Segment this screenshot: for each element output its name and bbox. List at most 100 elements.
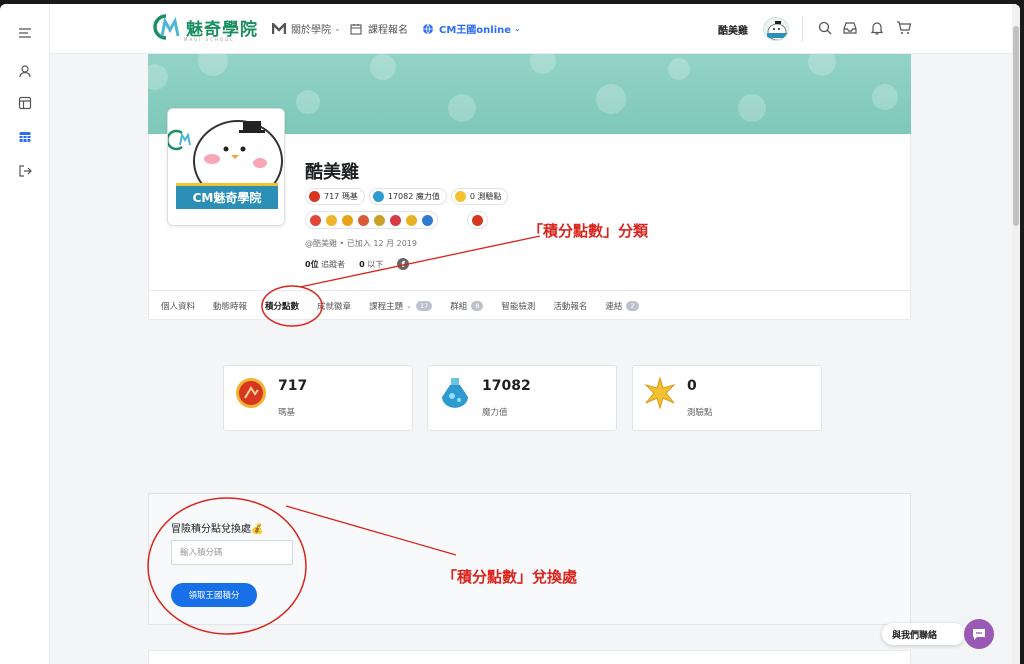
calendar-icon: [350, 23, 362, 35]
card-label: 魔力值: [482, 408, 508, 418]
badge-icon: [342, 214, 353, 226]
tab-profile[interactable]: 個人資料: [161, 300, 195, 312]
tab-timeline[interactable]: 動態時報: [213, 300, 247, 312]
points-code-input[interactable]: [171, 540, 293, 565]
stat-pill-value: 0: [469, 192, 475, 201]
badge-icon: [326, 214, 337, 226]
chat-bubble-icon: [973, 629, 985, 640]
tab-label: 積分點數: [265, 301, 300, 312]
header-avatar[interactable]: [763, 17, 789, 41]
profile-name: 酷美雞: [305, 162, 359, 183]
table-icon[interactable]: [14, 126, 36, 148]
menu-icon[interactable]: [14, 22, 36, 44]
nav-course-signup[interactable]: 課程報名: [350, 21, 408, 36]
annotation-category-label: 「積分點數」分類: [528, 222, 649, 240]
layout-icon[interactable]: [14, 92, 36, 114]
tab-label: 動態時報: [213, 301, 248, 312]
header-user-name[interactable]: 酷美雞: [718, 22, 748, 37]
profile-stat-pills: 717 瑪基 17082 魔力值 0 測驗點: [305, 188, 509, 205]
chick-mascot-image: [168, 109, 284, 225]
chevron-down-icon: ⌄: [334, 24, 341, 33]
stat-pill-label: 魔力值: [415, 192, 440, 201]
tab-links[interactable]: 連結 2: [605, 300, 639, 312]
points-redeem-section: 冒險積分點兌換處💰 領取王國積分: [148, 493, 911, 625]
stat-pill-mana[interactable]: 17082 魔力值: [368, 188, 447, 205]
inbox-icon[interactable]: [842, 20, 858, 36]
header-divider: [802, 16, 803, 42]
profile-avatar[interactable]: CM魅奇學院: [167, 108, 285, 226]
profile-follow-stats: 0位 追蹤者 0 以下 f: [305, 258, 410, 270]
tab-event-signup[interactable]: 活動報名: [553, 300, 587, 312]
bell-icon[interactable]: [869, 20, 885, 36]
logo-text: 魅奇學院: [186, 19, 258, 40]
chevron-down-icon: ⌄: [514, 24, 521, 33]
followers-label: 追蹤者: [321, 259, 346, 269]
tab-points[interactable]: 積分點數: [265, 300, 299, 312]
claim-points-button[interactable]: 領取王國積分: [171, 583, 257, 607]
left-rail: [0, 4, 50, 664]
tab-course-topics[interactable]: 課程主題 ⌄ 17: [369, 300, 433, 312]
card-label: 測驗點: [687, 408, 713, 418]
badge-icon: [390, 214, 401, 226]
avatar-caption: CM魅奇學院: [192, 190, 262, 205]
tab-count-badge: 17: [415, 300, 433, 311]
m-brand-icon: [272, 22, 286, 34]
tab-smart-test[interactable]: 智能檢測: [501, 300, 535, 312]
points-card-magi: 717 瑪基: [223, 365, 413, 431]
tab-count-badge: 2: [626, 300, 639, 311]
tab-groups[interactable]: 群組 8: [450, 300, 484, 312]
tab-count-badge: 8: [471, 300, 484, 311]
following[interactable]: 0 以下: [359, 259, 383, 270]
cart-icon[interactable]: [896, 20, 912, 36]
badge-icon: [406, 214, 417, 226]
user-icon[interactable]: [14, 60, 36, 82]
stat-pill-label: 瑪基: [341, 192, 358, 201]
tab-label: 群組: [450, 301, 468, 312]
tab-label: 個人資料: [161, 301, 196, 312]
star-burst-icon: [644, 376, 676, 410]
stat-pill-value: 717: [324, 192, 340, 201]
badge-icon: [374, 214, 385, 226]
badge-row-extra[interactable]: [467, 211, 488, 229]
stat-pill-quiz[interactable]: 0 測驗點: [450, 188, 509, 205]
facebook-icon[interactable]: f: [397, 258, 410, 270]
mana-potion-icon: [372, 191, 384, 202]
card-value: 17082: [482, 378, 531, 394]
profile-handle: @酷美雞: [305, 239, 337, 248]
nav-cm-kingdom[interactable]: CM王國online ⌄: [422, 21, 521, 36]
page-scrollbar[interactable]: [1012, 4, 1020, 664]
points-card-quiz: 0 測驗點: [632, 365, 822, 431]
points-card-mana: 17082 魔力值: [427, 365, 617, 431]
stat-pill-label: 測驗點: [477, 192, 502, 201]
tab-label: 活動報名: [553, 301, 588, 312]
profile-tabs: 個人資料 動態時報 積分點數 成就徽章 課程主題 ⌄ 17 群組 8 智能檢測 活動報…: [149, 290, 910, 320]
following-count: 0: [359, 259, 365, 269]
tab-label: 成就徽章: [317, 301, 352, 312]
tab-label: 智能檢測: [501, 301, 536, 312]
chick-avatar-icon: [767, 21, 787, 40]
redeem-title: 冒險積分點兌換處💰: [171, 524, 264, 535]
chevron-down-icon: ⌄: [406, 301, 412, 310]
search-icon[interactable]: [817, 20, 833, 36]
badge-row[interactable]: [305, 211, 438, 229]
chat-button[interactable]: [964, 619, 994, 649]
card-value: 0: [687, 378, 697, 394]
followers-count: 0位: [305, 259, 319, 269]
tab-achievements[interactable]: 成就徽章: [317, 300, 351, 312]
annotation-redeem-label: 「積分點數」兌換處: [442, 568, 578, 586]
scrollbar-thumb[interactable]: [1013, 26, 1019, 226]
logout-icon[interactable]: [14, 160, 36, 182]
logo-subtitle: MAGI SCHOOL: [184, 37, 235, 42]
top-header: 魅奇學院 MAGI SCHOOL 關於學院 ⌄ 課程報名 CM王國online …: [50, 4, 1020, 54]
card-value: 717: [278, 378, 308, 394]
followers[interactable]: 0位 追蹤者: [305, 259, 345, 270]
nav-course-signup-label: 課程報名: [368, 25, 408, 36]
stat-pill-magi[interactable]: 717 瑪基: [305, 188, 365, 205]
magi-coin-icon: [236, 378, 266, 408]
contact-us-label[interactable]: 與我們聯絡: [882, 623, 966, 645]
nav-about[interactable]: 關於學院 ⌄: [272, 21, 341, 36]
badge-icon: [358, 214, 369, 226]
profile-joined: • 已加入 12 月 2019: [339, 239, 417, 248]
site-logo[interactable]: 魅奇學院 MAGI SCHOOL: [148, 12, 258, 42]
stat-pill-value: 17082: [387, 192, 414, 201]
